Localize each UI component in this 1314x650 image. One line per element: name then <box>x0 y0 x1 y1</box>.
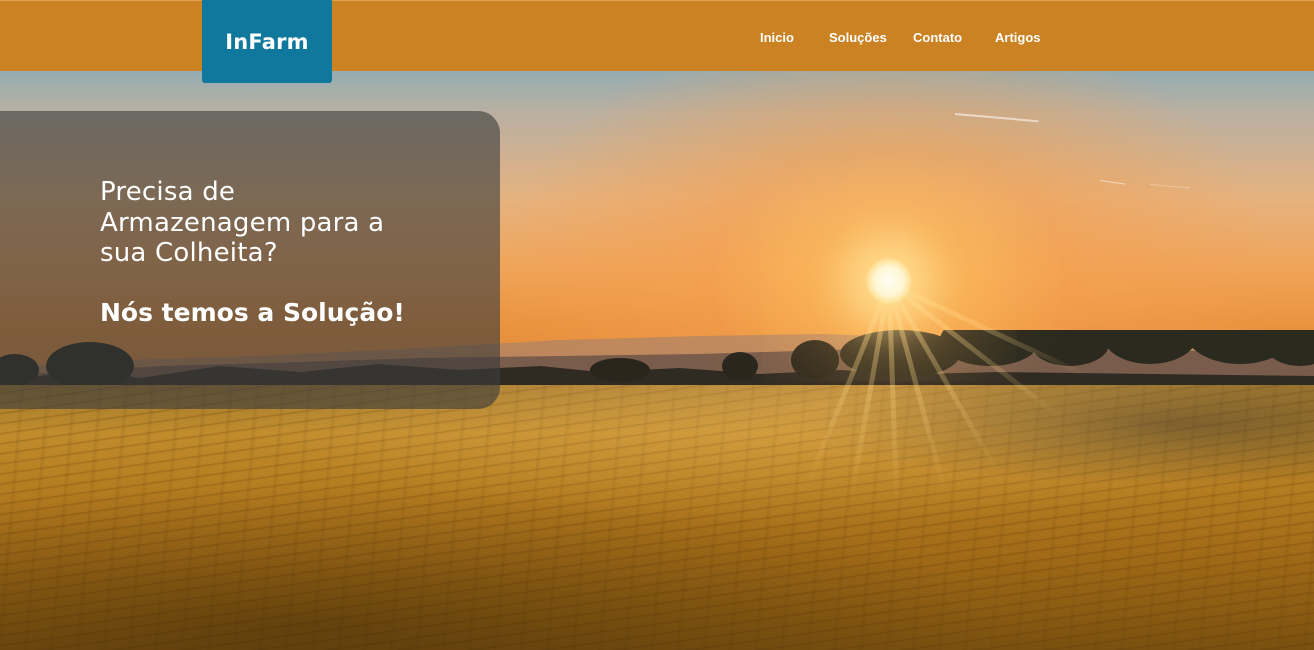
hero-headline: Precisa de Armazenagem para a sua Colhei… <box>100 177 385 268</box>
field-glow <box>0 385 1314 545</box>
logo-text: InFarm <box>225 29 309 54</box>
sun <box>866 258 912 304</box>
site-header: Inicio Soluções Contato Artigos <box>0 0 1314 71</box>
hero-card: Precisa de Armazenagem para a sua Colhei… <box>0 111 500 409</box>
logo[interactable]: InFarm <box>202 0 332 83</box>
nav-link-solucoes[interactable]: Soluções <box>829 30 887 45</box>
nav-link-inicio[interactable]: Inicio <box>760 30 794 45</box>
page: Inicio Soluções Contato Artigos InFarm P… <box>0 0 1314 650</box>
hero-subheadline: Nós temos a Solução! <box>100 298 405 327</box>
nav-link-contato[interactable]: Contato <box>913 30 962 45</box>
nav-link-artigos[interactable]: Artigos <box>995 30 1041 45</box>
